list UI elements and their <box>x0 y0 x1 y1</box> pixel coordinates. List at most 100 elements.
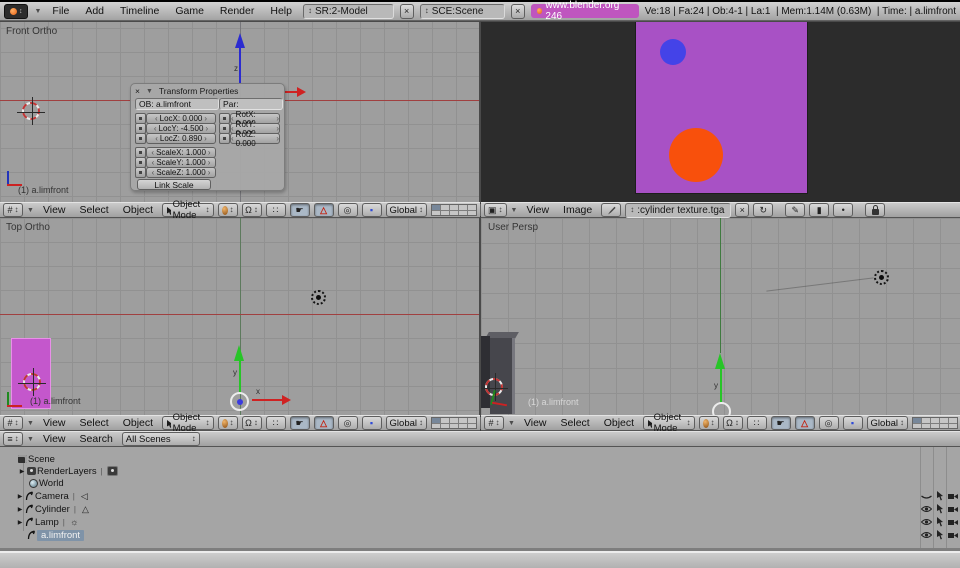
pulldown-icon[interactable]: ▼ <box>27 436 34 443</box>
eye-icon[interactable] <box>921 531 932 539</box>
mode-dropdown[interactable]: Object Mode ↕ <box>162 203 213 217</box>
orientation-dropdown[interactable]: Global ↕ <box>867 416 908 430</box>
expand-icon[interactable]: ▶ <box>16 506 24 513</box>
render-restrict-icon[interactable] <box>948 505 959 513</box>
menu-add[interactable]: Add <box>80 5 109 17</box>
outliner-row-a-limfront[interactable]: a.limfront <box>0 529 960 541</box>
mode-dropdown[interactable]: Object Mode ↕ <box>162 416 213 430</box>
menu-object[interactable]: Object <box>118 417 158 429</box>
manipulator-translate-button[interactable]: △ <box>795 416 815 430</box>
outliner-label[interactable]: Scene <box>28 454 55 465</box>
manipulator-toggle-button[interactable]: ☛ <box>290 203 310 217</box>
cursor-select-icon[interactable] <box>936 517 944 527</box>
expand-icon[interactable]: ▶ <box>16 519 24 526</box>
mode-dropdown[interactable]: Object Mode ↕ <box>643 416 694 430</box>
cursor-select-icon[interactable] <box>936 491 944 501</box>
dot-button[interactable]: • <box>833 203 853 217</box>
outliner-row-lamp[interactable]: ▶ Lamp | ☼ <box>0 516 960 528</box>
cursor-select-icon[interactable] <box>936 530 944 540</box>
menu-view[interactable]: View <box>521 204 554 216</box>
viewport-persp[interactable]: User Persp y (1) a.limfront <box>481 218 960 415</box>
editor-type-button[interactable]: # ↕ <box>3 416 23 430</box>
editor-type-button[interactable]: # ↕ <box>484 416 504 430</box>
close-icon[interactable]: × <box>735 203 749 217</box>
menu-file[interactable]: File <box>47 5 74 17</box>
expand-icon[interactable]: ▶ <box>16 493 24 500</box>
pivot-dropdown[interactable]: Ω ↕ <box>242 416 262 430</box>
rotz-field[interactable]: RotZ: 0.000 <box>230 133 280 144</box>
scalez-field[interactable]: ScaleZ: 1.000 <box>146 167 216 178</box>
orientation-dropdown[interactable]: Global ↕ <box>386 416 427 430</box>
lock-icon[interactable] <box>135 167 146 178</box>
ob-name-field[interactable]: OB: a.limfront <box>135 98 219 110</box>
lamp-data-icon[interactable]: ☼ <box>69 517 80 527</box>
manipulator-x-arrowhead[interactable] <box>282 395 291 405</box>
close-icon[interactable]: × <box>135 86 140 96</box>
outliner-label[interactable]: RenderLayers <box>37 466 97 477</box>
manipulator-rotate-button[interactable]: ◎ <box>338 416 358 430</box>
menu-select[interactable]: Select <box>75 204 114 216</box>
menu-select[interactable]: Select <box>556 417 595 429</box>
snap-button[interactable]: ∷ <box>266 416 286 430</box>
pulldown-icon[interactable]: ▼ <box>27 207 34 214</box>
cursor-3d[interactable] <box>22 102 40 120</box>
manipulator-center[interactable] <box>230 392 249 411</box>
app-menu-button[interactable]: ↕ <box>4 4 28 19</box>
manipulator-x-arrowhead[interactable] <box>297 87 306 97</box>
manipulator-rotate-button[interactable]: ◎ <box>819 416 839 430</box>
outliner-row-renderlayers[interactable]: ▶ RenderLayers | <box>0 465 960 477</box>
lamp-object-icon[interactable] <box>311 290 326 305</box>
manipulator-scale-button[interactable]: ▪ <box>843 416 863 430</box>
pulldown-icon[interactable]: ▼ <box>27 420 34 427</box>
transform-properties-panel[interactable]: × ▼ Transform Properties OB: a.limfront … <box>130 83 285 191</box>
manipulator-center[interactable] <box>712 402 731 415</box>
menu-view[interactable]: View <box>38 417 71 429</box>
menu-help[interactable]: Help <box>265 5 297 17</box>
manipulator-scale-button[interactable]: ▪ <box>362 203 382 217</box>
outliner-label-selected[interactable]: a.limfront <box>37 530 84 541</box>
menu-select[interactable]: Select <box>75 417 114 429</box>
locz-field[interactable]: LocZ: 0.890 <box>146 133 216 144</box>
link-scale-button[interactable]: Link Scale <box>137 179 211 190</box>
cursor-select-icon[interactable] <box>936 504 944 514</box>
lock-icon[interactable] <box>135 133 146 144</box>
lock-icon[interactable] <box>219 133 230 144</box>
pivot-dropdown[interactable]: Ω ↕ <box>242 203 262 217</box>
expand-icon[interactable]: ▶ <box>18 468 26 475</box>
render-restrict-icon[interactable] <box>948 518 959 526</box>
menu-object[interactable]: Object <box>118 204 158 216</box>
menu-view[interactable]: View <box>38 433 71 445</box>
draw-type-button[interactable]: ↕ <box>699 416 719 430</box>
outliner-label[interactable]: Lamp <box>35 517 59 528</box>
collapse-icon[interactable]: ▼ <box>146 88 153 95</box>
menu-render[interactable]: Render <box>215 5 259 17</box>
pivot-dropdown[interactable]: Ω ↕ <box>723 416 743 430</box>
eye-closed-icon[interactable] <box>921 493 932 501</box>
pulldown-icon[interactable]: ▼ <box>511 207 518 214</box>
manipulator-x-shaft[interactable] <box>252 399 282 401</box>
menu-image[interactable]: Image <box>558 204 597 216</box>
editor-type-button[interactable]: ▣ ↕ <box>484 203 507 217</box>
image-datablock-field[interactable]: ↕ :cylinder texture.tga <box>625 203 731 218</box>
scenes-dropdown[interactable]: All Scenes ↕ <box>122 432 200 446</box>
render-restrict-icon[interactable] <box>948 492 959 500</box>
manipulator-z-shaft[interactable] <box>239 48 241 83</box>
eye-icon[interactable] <box>921 505 932 513</box>
manipulator-y-arrowhead[interactable] <box>715 353 725 369</box>
outliner-row-scene[interactable]: Scene <box>0 453 960 465</box>
editor-type-button[interactable]: ≡ ↕ <box>3 432 23 446</box>
eye-icon[interactable] <box>921 518 932 526</box>
outliner-label[interactable]: Cylinder <box>35 504 70 515</box>
manipulator-rotate-button[interactable]: ◎ <box>338 203 358 217</box>
menu-search[interactable]: Search <box>75 433 118 445</box>
manipulator-y-arrowhead[interactable] <box>234 345 244 361</box>
clip-button[interactable]: ▮ <box>809 203 829 217</box>
uv-image-editor[interactable] <box>481 22 960 202</box>
reload-image-button[interactable]: ↻ <box>753 203 773 217</box>
buttons-window-edge[interactable] <box>0 551 960 568</box>
lock-button[interactable] <box>865 203 885 217</box>
outliner-row-cylinder[interactable]: ▶ Cylinder | △ <box>0 503 960 515</box>
outliner-row-world[interactable]: World <box>0 477 960 489</box>
pulldown-icon[interactable]: ▼ <box>508 420 515 427</box>
manipulator-y-shaft[interactable] <box>720 369 722 402</box>
